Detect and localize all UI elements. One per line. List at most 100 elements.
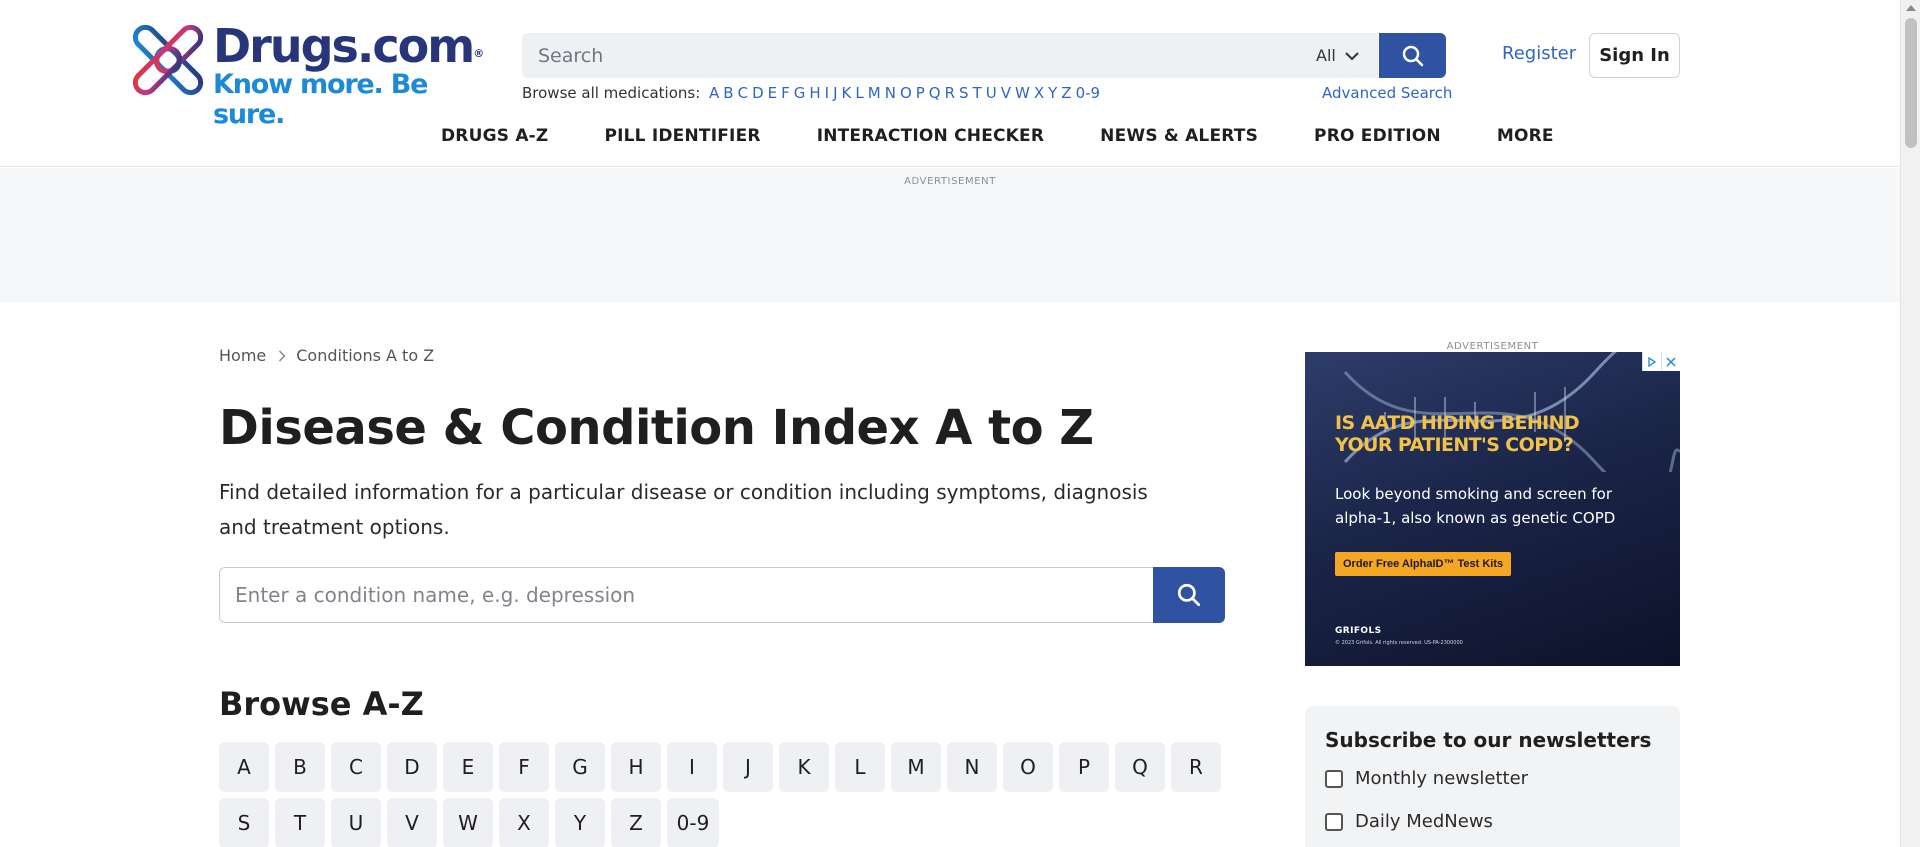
az-letter-w[interactable]: W <box>443 798 493 847</box>
condition-search <box>219 567 1225 623</box>
nav-item-drugs-a-z[interactable]: DRUGS A-Z <box>441 126 548 146</box>
scroll-thumb[interactable] <box>1905 18 1917 148</box>
az-letter-o[interactable]: O <box>1003 742 1053 792</box>
ad-fine-print: © 2023 Grifols. All rights reserved. US-… <box>1335 640 1463 646</box>
az-letter-e[interactable]: E <box>443 742 493 792</box>
browse-letter-link[interactable]: O <box>900 84 912 102</box>
browse-letter-link[interactable]: K <box>842 84 852 102</box>
search-icon <box>1177 583 1201 607</box>
browse-letter-link[interactable]: H <box>809 84 820 102</box>
browse-letter-link[interactable]: M <box>868 84 881 102</box>
browse-letter-link[interactable]: L <box>855 84 863 102</box>
nav-item-pro-edition[interactable]: PRO EDITION <box>1314 126 1441 146</box>
az-letter-i[interactable]: I <box>667 742 717 792</box>
search-scope-dropdown[interactable]: All <box>1316 33 1378 78</box>
sidebar-advertisement[interactable]: IS AATD HIDING BEHIND YOUR PATIENT'S COP… <box>1305 352 1680 666</box>
az-letter-j[interactable]: J <box>723 742 773 792</box>
ad-body: Look beyond smoking and screen for alpha… <box>1335 485 1616 527</box>
checkbox[interactable] <box>1325 812 1343 831</box>
browse-letter-link[interactable]: G <box>794 84 806 102</box>
az-letter-d[interactable]: D <box>387 742 437 792</box>
condition-search-button[interactable] <box>1153 567 1225 623</box>
browse-letter-link[interactable]: S <box>959 84 969 102</box>
az-letter-x[interactable]: X <box>499 798 549 847</box>
browse-letter-link[interactable]: W <box>1015 84 1030 102</box>
az-letter-grid: A B C D E F G H I J K L M N O P Q R S T U V W X Y Z 0-9 <box>219 742 1229 847</box>
az-letter-t[interactable]: T <box>275 798 325 847</box>
newsletter-option-daily[interactable]: Daily MedNews <box>1325 811 1660 832</box>
az-letter-a[interactable]: A <box>219 742 269 792</box>
register-link[interactable]: Register <box>1502 43 1576 64</box>
browse-letter-link[interactable]: T <box>973 84 982 102</box>
nav-item-pill-identifier[interactable]: PILL IDENTIFIER <box>604 126 760 146</box>
site-search-input[interactable] <box>522 33 1378 78</box>
checkbox[interactable] <box>1325 769 1343 788</box>
site-search-button[interactable] <box>1379 33 1446 78</box>
browse-medications-row: Browse all medications: ABCDEFGHIJKLMNOP… <box>522 84 1100 102</box>
az-letter-b[interactable]: B <box>275 742 325 792</box>
az-letter-k[interactable]: K <box>779 742 829 792</box>
az-letter-g[interactable]: G <box>555 742 605 792</box>
nav-item-more[interactable]: MORE <box>1497 126 1554 146</box>
close-icon[interactable] <box>1661 352 1680 371</box>
ad-label: ADVERTISEMENT <box>904 176 996 187</box>
browse-letter-link[interactable]: U <box>986 84 997 102</box>
browse-letters: A B C D E F G H I J K L M N O P Q R S T U V W X Y Z 0-9 <box>705 84 1100 102</box>
browse-letter-link[interactable]: 0-9 <box>1076 84 1101 102</box>
browse-letter-link[interactable]: D <box>752 84 764 102</box>
logo-tagline: Know more. Be sure. <box>213 69 428 130</box>
az-letter-n[interactable]: N <box>947 742 997 792</box>
browse-letter-link[interactable]: A <box>709 84 719 102</box>
site-header: Drugs.com® Know more. Be sure. All Brows… <box>0 0 1900 167</box>
newsletter-option-monthly[interactable]: Monthly newsletter <box>1325 768 1660 789</box>
browse-letter-link[interactable]: V <box>1001 84 1011 102</box>
browse-letter-link[interactable]: C <box>738 84 748 102</box>
ad-choices-icon[interactable] <box>1642 352 1661 371</box>
az-letter-s[interactable]: S <box>219 798 269 847</box>
scroll-up-arrow-icon[interactable] <box>1906 5 1916 11</box>
browse-letter-link[interactable]: I <box>825 84 829 102</box>
browse-letter-link[interactable]: Y <box>1048 84 1057 102</box>
browse-letter-link[interactable]: Q <box>929 84 941 102</box>
sign-in-button[interactable]: Sign In <box>1589 33 1680 78</box>
az-letter-v[interactable]: V <box>387 798 437 847</box>
ad-brand: GRIFOLS <box>1335 626 1382 636</box>
az-letter-l[interactable]: L <box>835 742 885 792</box>
browse-letter-link[interactable]: J <box>833 84 837 102</box>
az-letter-p[interactable]: P <box>1059 742 1109 792</box>
newsletter-title: Subscribe to our newsletters <box>1325 728 1652 752</box>
browse-letter-link[interactable]: P <box>916 84 925 102</box>
breadcrumb-home[interactable]: Home <box>219 346 266 365</box>
site-logo[interactable]: Drugs.com® Know more. Be sure. <box>131 22 491 130</box>
browse-letter-link[interactable]: R <box>945 84 955 102</box>
condition-search-input[interactable] <box>219 567 1154 623</box>
breadcrumb: Home Conditions A to Z <box>219 346 434 365</box>
browse-letter-link[interactable]: N <box>885 84 896 102</box>
ad-headline: IS AATD HIDING BEHIND YOUR PATIENT'S COP… <box>1335 412 1580 456</box>
az-letter-u[interactable]: U <box>331 798 381 847</box>
az-letter-r[interactable]: R <box>1171 742 1221 792</box>
page-intro: Find detailed information for a particul… <box>219 480 1148 539</box>
logo-text: Drugs.com® Know more. Be sure. <box>213 22 491 130</box>
nav-item-news-alerts[interactable]: NEWS & ALERTS <box>1100 126 1258 146</box>
browse-medications-label: Browse all medications: <box>522 84 701 102</box>
breadcrumb-current[interactable]: Conditions A to Z <box>296 346 434 365</box>
az-letter-y[interactable]: Y <box>555 798 605 847</box>
az-letter-0-9[interactable]: 0-9 <box>667 798 719 847</box>
browse-letter-link[interactable]: B <box>723 84 733 102</box>
az-letter-m[interactable]: M <box>891 742 941 792</box>
page-scrollbar[interactable] <box>1900 0 1920 847</box>
az-letter-q[interactable]: Q <box>1115 742 1165 792</box>
search-scope-value: All <box>1316 46 1336 65</box>
az-letter-c[interactable]: C <box>331 742 381 792</box>
az-letter-f[interactable]: F <box>499 742 549 792</box>
nav-item-interaction-checker[interactable]: INTERACTION CHECKER <box>817 126 1044 146</box>
browse-letter-link[interactable]: F <box>781 84 790 102</box>
browse-letter-link[interactable]: E <box>768 84 777 102</box>
az-letter-h[interactable]: H <box>611 742 661 792</box>
ad-cta-button[interactable]: Order Free AlphaID™ Test Kits <box>1335 552 1512 576</box>
advanced-search-link[interactable]: Advanced Search <box>1322 84 1452 102</box>
browse-letter-link[interactable]: X <box>1034 84 1044 102</box>
browse-letter-link[interactable]: Z <box>1061 84 1071 102</box>
az-letter-z[interactable]: Z <box>611 798 661 847</box>
